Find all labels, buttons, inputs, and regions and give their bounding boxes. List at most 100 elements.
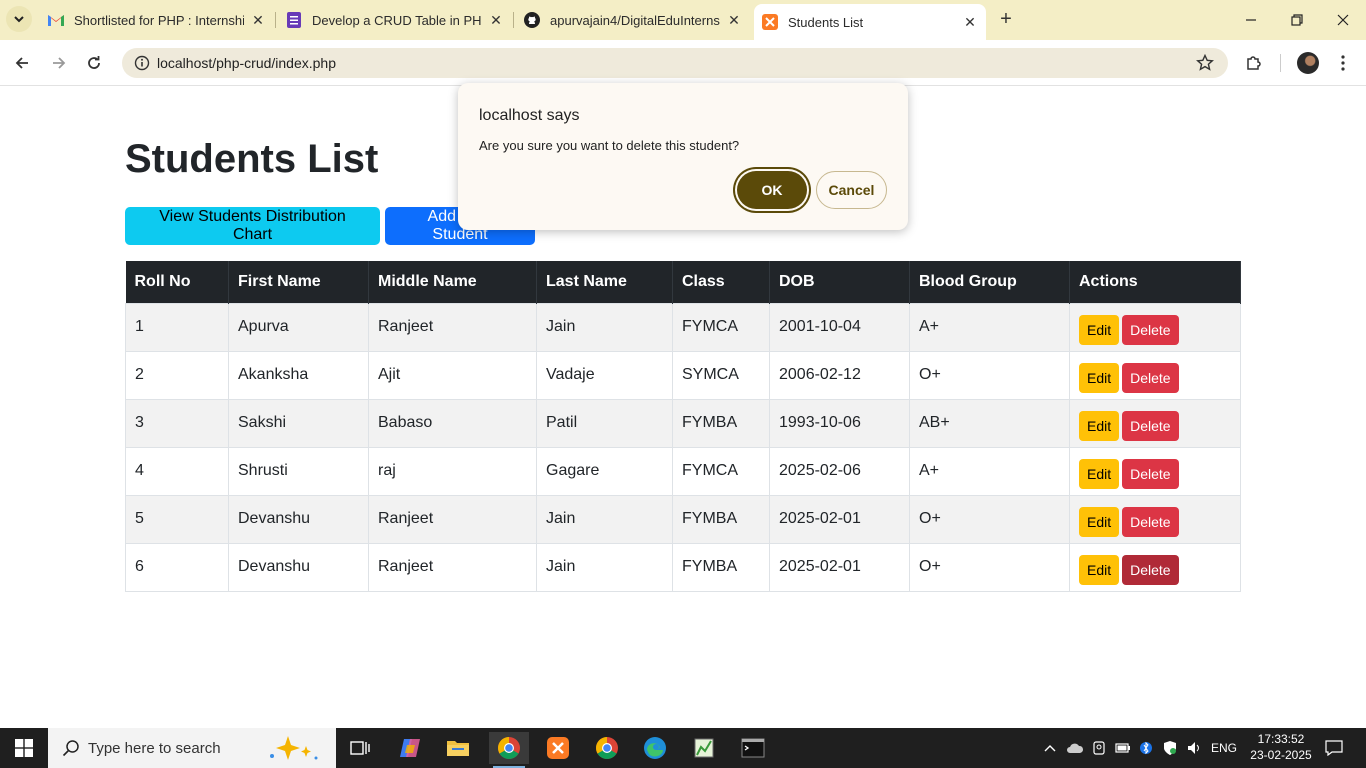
header-middle-name: Middle Name xyxy=(368,261,537,303)
camera-tray-icon[interactable] xyxy=(1088,728,1110,768)
spreadsheet-taskbar-button[interactable] xyxy=(684,732,724,764)
close-icon[interactable]: ✕ xyxy=(250,12,266,28)
cell-middle-name: Babaso xyxy=(368,398,537,448)
camera-icon xyxy=(1093,741,1105,755)
view-chart-button[interactable]: View Students Distribution Chart xyxy=(125,207,380,245)
minimize-icon xyxy=(1246,19,1256,21)
chart-app-icon xyxy=(694,738,714,758)
url-text: localhost/php-crud/index.php xyxy=(157,55,337,71)
xampp-taskbar-button[interactable] xyxy=(538,732,578,764)
back-button[interactable] xyxy=(9,50,35,76)
page-title: Students List xyxy=(125,137,379,181)
file-explorer-button[interactable] xyxy=(438,732,478,764)
cloud-icon xyxy=(1067,743,1084,753)
onedrive-tray-icon[interactable] xyxy=(1064,728,1086,768)
restore-button[interactable] xyxy=(1274,0,1320,40)
minimize-button[interactable] xyxy=(1228,0,1274,40)
bookmark-star-icon[interactable] xyxy=(1196,54,1214,72)
forms-icon xyxy=(286,12,302,28)
task-view-button[interactable] xyxy=(340,732,380,764)
edit-button[interactable]: Edit xyxy=(1079,315,1120,345)
close-window-button[interactable] xyxy=(1320,0,1366,40)
search-icon xyxy=(62,740,79,757)
xampp-icon xyxy=(762,14,778,30)
table-row: 1 Apurva Ranjeet Jain FYMCA 2001-10-04 A… xyxy=(125,302,1241,352)
close-icon[interactable]: ✕ xyxy=(726,12,742,28)
cell-actions: Edit Delete xyxy=(1069,350,1241,400)
table-row: 2 Akanksha Ajit Vadaje SYMCA 2006-02-12 … xyxy=(125,350,1241,400)
security-tray-icon[interactable] xyxy=(1158,728,1182,768)
taskbar-search-box[interactable]: Type here to search xyxy=(48,728,336,768)
edit-button[interactable]: Edit xyxy=(1079,555,1120,585)
shield-icon xyxy=(1164,741,1176,755)
delete-button[interactable]: Delete xyxy=(1122,411,1179,441)
close-icon[interactable]: ✕ xyxy=(962,14,978,30)
battery-tray-icon[interactable] xyxy=(1112,728,1134,768)
delete-button[interactable]: Delete xyxy=(1122,507,1179,537)
language-indicator[interactable]: ENG xyxy=(1208,728,1240,768)
address-bar[interactable]: localhost/php-crud/index.php xyxy=(122,48,1228,78)
delete-button[interactable]: Delete xyxy=(1122,315,1179,345)
ok-button[interactable]: OK xyxy=(737,171,807,209)
terminal-taskbar-button[interactable] xyxy=(733,732,773,764)
cell-roll-no: 5 xyxy=(125,494,229,544)
header-blood-group: Blood Group xyxy=(909,261,1070,303)
notification-icon xyxy=(1325,740,1343,756)
cell-class: FYMCA xyxy=(672,302,770,352)
cell-roll-no: 1 xyxy=(125,302,229,352)
forward-button[interactable] xyxy=(46,50,72,76)
more-vertical-icon xyxy=(1341,55,1345,71)
table-row: 5 Devanshu Ranjeet Jain FYMBA 2025-02-01… xyxy=(125,494,1241,544)
cell-blood-group: O+ xyxy=(909,494,1070,544)
edit-button[interactable]: Edit xyxy=(1079,507,1120,537)
browser-menu-button[interactable] xyxy=(1330,50,1356,76)
edit-button[interactable]: Edit xyxy=(1079,459,1120,489)
close-icon[interactable]: ✕ xyxy=(488,12,504,28)
cell-actions: Edit Delete xyxy=(1069,446,1241,496)
arrow-left-icon xyxy=(15,57,28,69)
tab-crud-form[interactable]: Develop a CRUD Table in PHP ✕ xyxy=(278,0,512,40)
new-tab-button[interactable]: + xyxy=(994,8,1018,32)
edit-button[interactable]: Edit xyxy=(1079,363,1120,393)
search-placeholder: Type here to search xyxy=(88,740,221,757)
tab-search-button[interactable] xyxy=(6,6,32,32)
delete-button[interactable]: Delete xyxy=(1122,363,1179,393)
edit-button[interactable]: Edit xyxy=(1079,411,1120,441)
edge-taskbar-button[interactable] xyxy=(635,732,675,764)
tray-overflow-button[interactable] xyxy=(1040,728,1060,768)
cell-middle-name: Ranjeet xyxy=(368,494,537,544)
volume-tray-icon[interactable] xyxy=(1184,728,1206,768)
reload-button[interactable] xyxy=(81,50,107,76)
table-body: 1 Apurva Ranjeet Jain FYMCA 2001-10-04 A… xyxy=(125,302,1241,592)
cell-first-name: Devanshu xyxy=(228,494,369,544)
table-row: 6 Devanshu Ranjeet Jain FYMBA 2025-02-01… xyxy=(125,542,1241,592)
taskbar-clock[interactable]: 17:33:52 23-02-2025 xyxy=(1246,731,1316,763)
cell-class: FYMCA xyxy=(672,446,770,496)
puzzle-icon xyxy=(1247,56,1261,70)
cell-dob: 2025-02-01 xyxy=(769,494,910,544)
copilot-button[interactable] xyxy=(390,732,430,764)
cell-roll-no: 6 xyxy=(125,542,229,592)
bluetooth-tray-icon[interactable] xyxy=(1136,728,1156,768)
cell-blood-group: AB+ xyxy=(909,398,1070,448)
chrome-taskbar-button[interactable] xyxy=(489,732,529,768)
header-first-name: First Name xyxy=(228,261,369,303)
restore-icon xyxy=(1291,14,1303,26)
tab-github[interactable]: apurvajain4/DigitalEduInternship ✕ xyxy=(516,0,750,40)
cancel-button[interactable]: Cancel xyxy=(816,171,887,209)
cell-last-name: Vadaje xyxy=(536,350,673,400)
start-button[interactable] xyxy=(0,728,48,768)
cell-first-name: Shrusti xyxy=(228,446,369,496)
info-icon[interactable] xyxy=(134,55,150,71)
extensions-button[interactable] xyxy=(1241,50,1267,76)
tab-students-list[interactable]: Students List ✕ xyxy=(754,4,986,40)
tab-gmail[interactable]: Shortlisted for PHP : Internship ✕ xyxy=(40,0,274,40)
notifications-button[interactable] xyxy=(1320,728,1348,768)
clock-time: 17:33:52 xyxy=(1257,732,1305,746)
profile-avatar[interactable] xyxy=(1297,52,1319,74)
chrome-profile-taskbar-button[interactable] xyxy=(587,732,627,764)
cell-actions: Edit Delete xyxy=(1069,494,1241,544)
dialog-message: Are you sure you want to delete this stu… xyxy=(479,138,740,153)
delete-button[interactable]: Delete xyxy=(1122,459,1179,489)
delete-button[interactable]: Delete xyxy=(1122,555,1179,585)
